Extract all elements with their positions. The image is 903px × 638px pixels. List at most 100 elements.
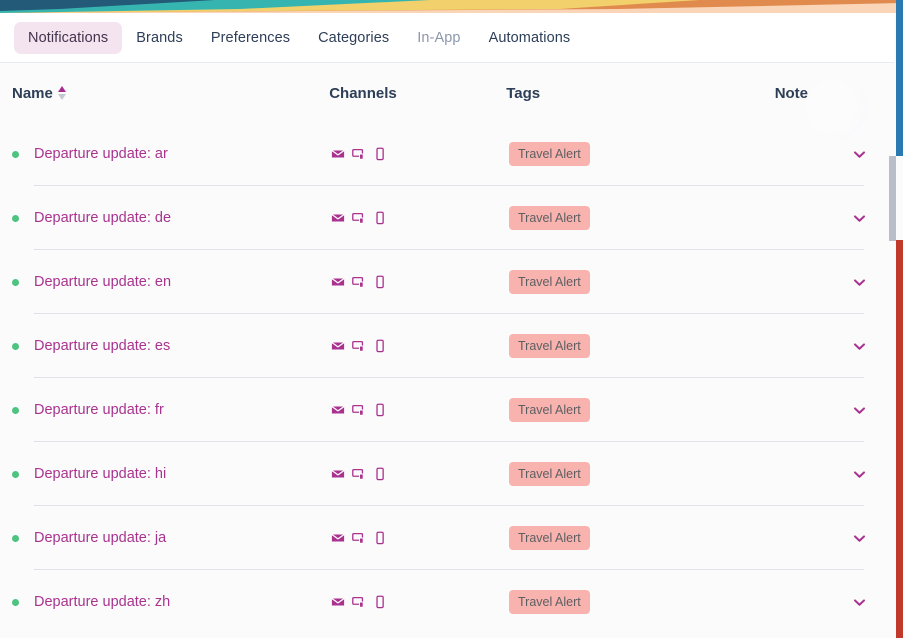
column-header-note-label: Note xyxy=(775,85,808,102)
desktop-icon xyxy=(352,147,366,161)
row-tags-cell: Travel Alert xyxy=(509,462,779,486)
email-icon xyxy=(331,147,345,161)
desktop-icon xyxy=(352,339,366,353)
column-header-name-label: Name xyxy=(12,85,53,102)
desktop-icon xyxy=(352,467,366,481)
chevron-down-icon[interactable] xyxy=(852,467,867,482)
notifications-table: Name Channels Tags Note Departure update… xyxy=(0,64,894,638)
chevron-down-icon[interactable] xyxy=(852,531,867,546)
mobile-icon xyxy=(373,403,387,417)
tab-in-app[interactable]: In-App xyxy=(403,22,474,54)
sort-ascending-icon[interactable] xyxy=(58,86,66,100)
row-channels-cell xyxy=(331,339,509,353)
email-icon xyxy=(331,275,345,289)
column-header-note[interactable]: Note xyxy=(775,85,894,102)
tag-badge: Travel Alert xyxy=(509,590,590,614)
row-name-cell: Departure update: zh xyxy=(12,594,331,610)
chevron-down-icon[interactable] xyxy=(852,211,867,226)
tag-badge: Travel Alert xyxy=(509,270,590,294)
table-row[interactable]: Departure update: en Travel Alert xyxy=(0,250,894,314)
row-expand-cell xyxy=(779,339,894,354)
row-tags-cell: Travel Alert xyxy=(509,270,779,294)
row-name-cell: Departure update: ar xyxy=(12,146,331,162)
notification-name-link[interactable]: Departure update: ja xyxy=(34,530,166,546)
tab-notifications[interactable]: Notifications xyxy=(14,22,122,54)
row-tags-cell: Travel Alert xyxy=(509,526,779,550)
row-name-cell: Departure update: fr xyxy=(12,402,331,418)
chevron-down-icon[interactable] xyxy=(852,147,867,162)
window-edge-red-marker xyxy=(896,240,903,638)
desktop-icon xyxy=(352,531,366,545)
status-dot-icon xyxy=(12,343,19,350)
row-name-cell: Departure update: ja xyxy=(12,530,331,546)
email-icon xyxy=(331,339,345,353)
mobile-icon xyxy=(373,147,387,161)
tab-categories[interactable]: Categories xyxy=(304,22,403,54)
column-header-channels[interactable]: Channels xyxy=(329,85,506,102)
mobile-icon xyxy=(373,275,387,289)
vertical-scrollbar-thumb[interactable] xyxy=(889,156,896,241)
column-header-channels-label: Channels xyxy=(329,85,397,102)
status-dot-icon xyxy=(12,599,19,606)
chevron-down-icon[interactable] xyxy=(852,275,867,290)
tab-brands[interactable]: Brands xyxy=(122,22,197,54)
status-dot-icon xyxy=(12,151,19,158)
notification-name-link[interactable]: Departure update: hi xyxy=(34,466,166,482)
tag-badge: Travel Alert xyxy=(509,462,590,486)
vertical-scrollbar-track[interactable] xyxy=(889,64,896,638)
row-tags-cell: Travel Alert xyxy=(509,334,779,358)
tag-badge: Travel Alert xyxy=(509,206,590,230)
table-row[interactable]: Departure update: ja Travel Alert xyxy=(0,506,894,570)
notification-name-link[interactable]: Departure update: zh xyxy=(34,594,170,610)
row-channels-cell xyxy=(331,147,509,161)
column-header-name[interactable]: Name xyxy=(12,85,329,102)
tag-badge: Travel Alert xyxy=(509,334,590,358)
row-name-cell: Departure update: de xyxy=(12,210,331,226)
row-name-cell: Departure update: es xyxy=(12,338,331,354)
desktop-icon xyxy=(352,275,366,289)
row-tags-cell: Travel Alert xyxy=(509,590,779,614)
tab-automations[interactable]: Automations xyxy=(475,22,585,54)
row-expand-cell xyxy=(779,275,894,290)
email-icon xyxy=(331,531,345,545)
chevron-down-icon[interactable] xyxy=(852,339,867,354)
row-channels-cell xyxy=(331,403,509,417)
row-expand-cell xyxy=(779,211,894,226)
status-dot-icon xyxy=(12,471,19,478)
desktop-icon xyxy=(352,595,366,609)
status-dot-icon xyxy=(12,279,19,286)
table-row[interactable]: Departure update: de Travel Alert xyxy=(0,186,894,250)
table-row[interactable]: Departure update: frTravel Alert xyxy=(0,378,894,442)
mobile-icon xyxy=(373,339,387,353)
row-channels-cell xyxy=(331,467,509,481)
notification-name-link[interactable]: Departure update: fr xyxy=(34,402,164,418)
mobile-icon xyxy=(373,211,387,225)
mobile-icon xyxy=(373,595,387,609)
row-channels-cell xyxy=(331,211,509,225)
notification-name-link[interactable]: Departure update: de xyxy=(34,210,171,226)
window-edge-blue-marker xyxy=(896,0,903,156)
primary-tab-bar: Notifications Brands Preferences Categor… xyxy=(0,13,894,63)
row-expand-cell xyxy=(779,403,894,418)
notification-name-link[interactable]: Departure update: es xyxy=(34,338,170,354)
row-tags-cell: Travel Alert xyxy=(509,142,779,166)
chevron-down-icon[interactable] xyxy=(852,595,867,610)
email-icon xyxy=(331,211,345,225)
status-dot-icon xyxy=(12,535,19,542)
table-row[interactable]: Departure update: hi Travel Alert xyxy=(0,442,894,506)
table-row[interactable]: Departure update: es Travel Alert xyxy=(0,314,894,378)
desktop-icon xyxy=(352,403,366,417)
column-header-tags[interactable]: Tags xyxy=(506,85,774,102)
table-body: Departure update: arTravel AlertDepartur… xyxy=(0,122,894,634)
tab-preferences[interactable]: Preferences xyxy=(197,22,304,54)
mobile-icon xyxy=(373,467,387,481)
table-header-row: Name Channels Tags Note xyxy=(0,64,894,122)
table-row[interactable]: Departure update: ar Travel Alert xyxy=(0,122,894,186)
chevron-down-icon[interactable] xyxy=(852,403,867,418)
row-tags-cell: Travel Alert xyxy=(509,206,779,230)
table-row[interactable]: Departure update: zh Travel Alert xyxy=(0,570,894,634)
notification-name-link[interactable]: Departure update: ar xyxy=(34,146,168,162)
row-expand-cell xyxy=(779,531,894,546)
notification-name-link[interactable]: Departure update: en xyxy=(34,274,171,290)
tag-badge: Travel Alert xyxy=(509,526,590,550)
